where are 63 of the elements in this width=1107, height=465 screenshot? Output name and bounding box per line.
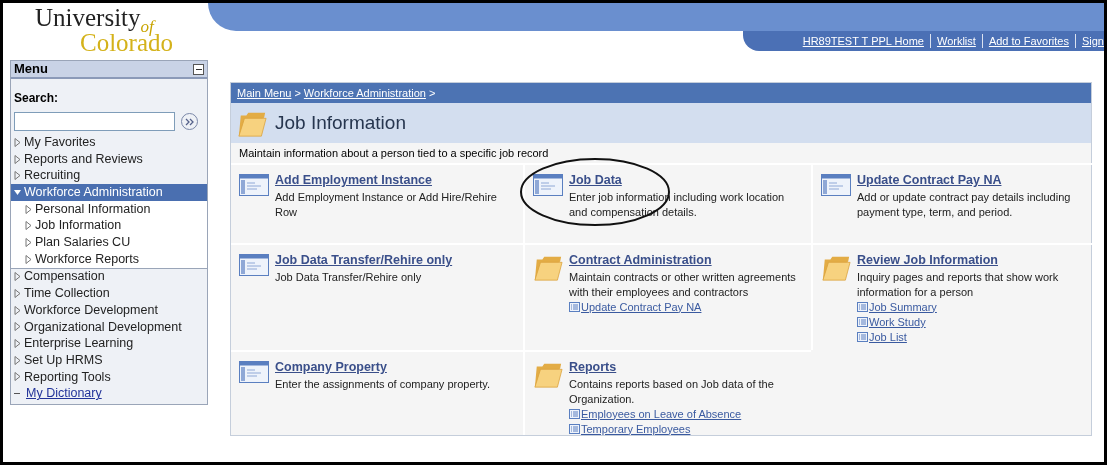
search-label: Search: (14, 91, 59, 105)
tile-title-link[interactable]: Company Property (275, 358, 490, 377)
menu-item[interactable]: Personal Information (11, 200, 207, 218)
sub-link[interactable]: Work Study (869, 314, 926, 330)
menu-item[interactable]: Set Up HRMS (11, 351, 207, 369)
menu-item[interactable]: My Dictionary (11, 385, 207, 402)
tile-description: Add or update contract pay details including payment type, term, and period. (857, 189, 1072, 220)
expanded-triangle-icon (14, 187, 21, 197)
tile-title-link[interactable]: Update Contract Pay NA (857, 171, 1085, 190)
tile-title-link[interactable]: Review Job Information (857, 251, 1085, 270)
collapse-icon[interactable] (193, 63, 204, 75)
sub-link[interactable]: Update Contract Pay NA (581, 299, 702, 315)
tile-description: Contains reports based on Job data of the Organization. (569, 376, 775, 407)
breadcrumb-link[interactable]: Workforce Administration (303, 84, 426, 102)
breadcrumb-link[interactable]: Main Menu (237, 84, 292, 102)
menu-item[interactable]: Reports and Reviews (11, 150, 207, 168)
sub-link[interactable]: Employees on Leave of Absence (581, 406, 742, 422)
tile-title-link[interactable]: Add Employment Instance (275, 171, 511, 190)
tile-description: Inquiry pages and reports that show work information for a person (857, 269, 1060, 300)
tile-title-link[interactable]: Contract Administration (569, 251, 803, 270)
window-icon (239, 361, 269, 383)
menu-item[interactable]: Organizational Development (11, 318, 207, 336)
menu-item[interactable]: Reporting Tools (11, 368, 207, 386)
search-field[interactable] (14, 112, 175, 131)
menu-item[interactable]: Workforce Administration (11, 184, 207, 201)
sub-link[interactable]: Temporary Employees (581, 421, 691, 437)
header-link[interactable]: Worklist (936, 32, 976, 50)
window-icon (239, 174, 269, 196)
tile-title-link[interactable]: Job Data (569, 171, 803, 190)
breadcrumb-separator: > (294, 85, 301, 101)
tile-description: Add Employment Instance or Add Hire/Rehire Row (275, 189, 498, 220)
list-icon (857, 317, 868, 328)
window-icon (821, 174, 851, 196)
menu-item[interactable]: Job Information (11, 217, 207, 235)
window-icon (239, 254, 269, 276)
menu-item[interactable]: Plan Salaries CU (11, 234, 207, 251)
menu-item[interactable]: Workforce Reports (11, 250, 207, 268)
page-title: Job Information (275, 110, 406, 135)
tile-title-link[interactable]: Reports (569, 358, 803, 377)
tile-description: Job Data Transfer/Rehire only (275, 269, 423, 285)
menu-item[interactable]: Workforce Development (11, 301, 207, 319)
header-link[interactable]: Add to Favorites (988, 32, 1069, 50)
list-icon (569, 302, 580, 313)
menu-item[interactable]: My Favorites (11, 134, 207, 151)
tile-description: Maintain contracts or other written agreements with their employees and contractors (569, 269, 797, 300)
menu-item[interactable]: Compensation (11, 268, 207, 286)
list-icon (857, 332, 868, 343)
breadcrumb-separator: > (428, 85, 436, 101)
menu-item[interactable]: Recruiting (11, 167, 207, 185)
list-icon (857, 302, 868, 313)
menu-item[interactable]: Enterprise Learning (11, 335, 207, 352)
menu-title: Menu (14, 60, 48, 79)
sub-link[interactable]: Job Summary (869, 299, 937, 315)
header-link[interactable]: HR89TEST T PPL Home (802, 32, 924, 50)
header-link[interactable]: Sign (1081, 32, 1104, 50)
list-icon (569, 409, 580, 420)
menu-item[interactable]: Time Collection (11, 285, 207, 302)
logo-text: University (35, 5, 141, 30)
sub-link[interactable]: Job List (869, 329, 907, 345)
tile-title-link[interactable]: Job Data Transfer/Rehire only (275, 251, 453, 270)
window-icon (533, 174, 563, 196)
page-description: Maintain information about a person tied to a specific job record (239, 145, 549, 161)
tile-description: Enter the assignments of company property. (275, 376, 490, 392)
